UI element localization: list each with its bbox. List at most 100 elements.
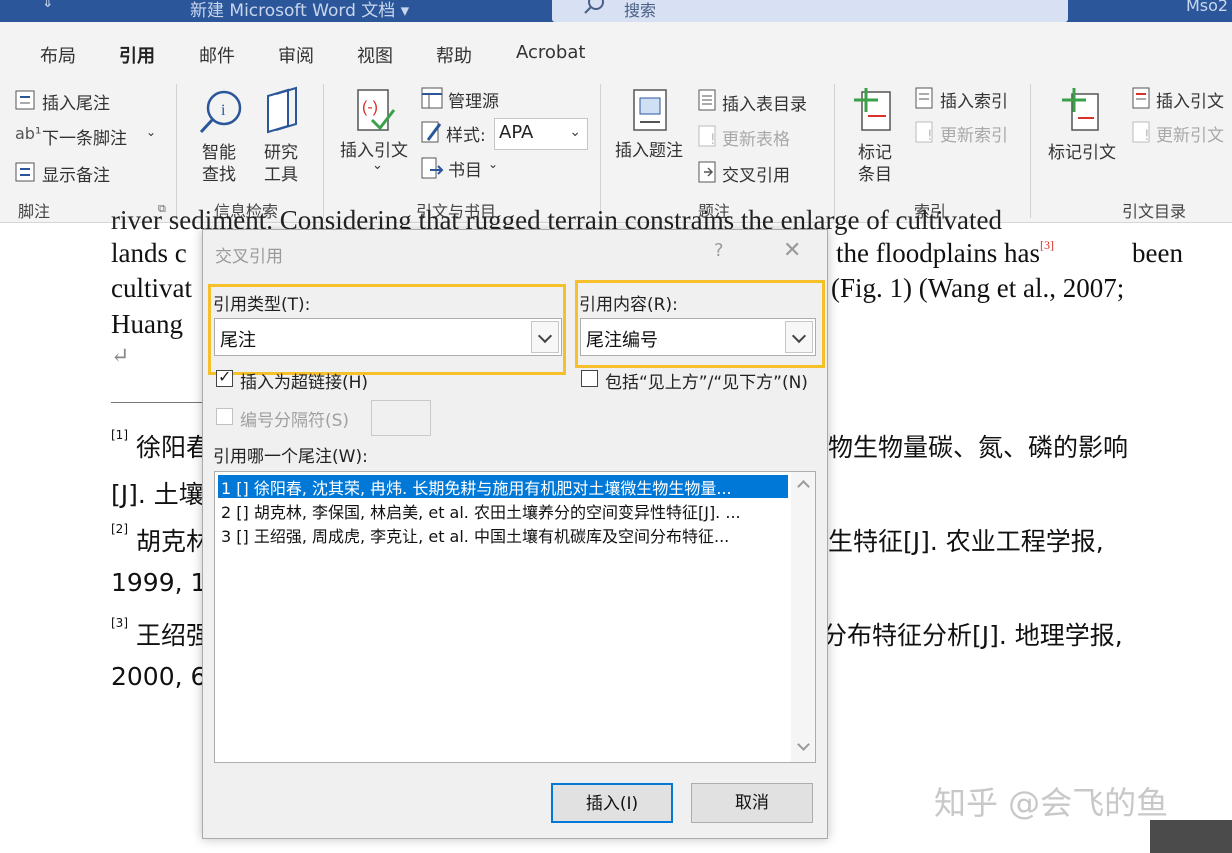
highlight-box	[575, 280, 825, 368]
ribbon-tabs: 布局 引用 邮件 审阅 视图 帮助 Acrobat	[0, 22, 1232, 90]
update-toa-icon: !	[1132, 121, 1150, 144]
quick-access-dropdown[interactable]: ⇓	[42, 0, 54, 11]
insert-citation-icon: (-)	[357, 89, 396, 131]
search-box[interactable]: 搜索	[552, 0, 1068, 22]
scroll-down-icon[interactable]	[797, 738, 810, 751]
user-name[interactable]: Mso2	[1186, 0, 1228, 15]
vertical-scrollbar[interactable]	[791, 472, 815, 762]
separate-numbers-checkbox[interactable]	[216, 408, 233, 425]
show-notes-icon	[15, 162, 35, 182]
scroll-up-icon[interactable]	[797, 480, 810, 493]
researcher-label-line2[interactable]: 工具	[264, 160, 298, 185]
include-above-below-checkbox[interactable]	[581, 370, 598, 387]
insert-button[interactable]: 插入(I)	[551, 783, 673, 823]
footnote-separator	[111, 402, 203, 403]
include-above-below-label[interactable]: 包括“见上方”/“见下方”(N)	[605, 368, 808, 393]
document-title[interactable]: 新建 Microsoft Word 文档 ▾	[190, 0, 409, 21]
manage-sources-button[interactable]: 管理源	[448, 87, 499, 112]
endnote-text: 王绍强	[135, 621, 211, 650]
show-notes-button[interactable]: 显示备注	[42, 161, 110, 186]
svg-text:(-): (-)	[362, 99, 378, 116]
style-value: APA	[499, 122, 534, 143]
separate-numbers-label: 编号分隔符(S)	[240, 411, 350, 431]
mark-citation-icon	[1062, 88, 1099, 131]
endnote-list[interactable]: 1 [] 徐阳春, 沈其荣, 冉炜. 长期免耕与施用有机肥对土壤微生物生物量..…	[214, 471, 816, 763]
update-index-icon: !	[915, 121, 933, 144]
document-line-4: Huang	[111, 309, 183, 339]
endnote-2-line2: 1999, 1	[111, 568, 207, 597]
help-icon[interactable]: ?	[714, 240, 724, 261]
separator	[834, 84, 835, 218]
document-line-2a: lands c	[111, 238, 187, 268]
tab-references[interactable]: 引用	[119, 42, 155, 68]
cross-reference-icon	[698, 161, 716, 183]
endnote-3: [3] 王绍强	[111, 616, 211, 652]
next-footnote-button[interactable]: 下一条脚注	[42, 124, 127, 149]
document-line-2c: been	[1132, 238, 1183, 268]
insert-citation-chevron-icon[interactable]: ⌄	[372, 158, 383, 173]
group-label-footnotes: 脚注	[18, 202, 51, 221]
next-footnote-icon: ab¹	[15, 124, 42, 143]
citation-superscript[interactable]: [3]	[1040, 238, 1054, 252]
endnote-text: 徐阳春	[135, 433, 211, 462]
manage-sources-icon	[421, 87, 443, 109]
search-icon	[584, 0, 604, 14]
bibliography-button[interactable]: 书目	[448, 156, 482, 181]
update-table-button[interactable]: 更新表格	[722, 125, 790, 150]
insert-endnote-button[interactable]: 插入尾注	[42, 89, 110, 114]
tab-view[interactable]: 视图	[357, 42, 393, 68]
smart-lookup-label-line2[interactable]: 查找	[202, 160, 236, 185]
endnote-2-right: 生特征[J]. 农业工程学报,	[828, 527, 1104, 556]
separator-input[interactable]	[371, 400, 431, 436]
insert-caption-button[interactable]: 插入题注	[615, 136, 683, 161]
search-placeholder: 搜索	[624, 1, 657, 20]
separator	[600, 84, 601, 218]
close-icon[interactable]: ✕	[783, 238, 801, 263]
bibliography-chevron-icon[interactable]: ⌄	[488, 157, 498, 171]
chevron-down-icon: ⌄	[569, 124, 581, 140]
researcher-icon	[267, 86, 297, 134]
style-label: 样式:	[446, 126, 486, 146]
insert-hyperlink-label[interactable]: 插入为超链接(H)	[240, 368, 368, 393]
list-item[interactable]: 2 [] 胡克林, 李保国, 林启美, et al. 农田土壤养分的空间变异性特…	[218, 499, 788, 522]
document-text: the floodplains has	[836, 238, 1040, 268]
insert-hyperlink-checkbox[interactable]	[216, 367, 233, 387]
bibliography-icon	[421, 157, 444, 179]
insert-table-of-figures-button[interactable]: 插入表目录	[722, 90, 807, 115]
tab-layout[interactable]: 布局	[40, 42, 76, 68]
tab-mailings[interactable]: 邮件	[199, 42, 235, 68]
mark-entry-icon	[854, 88, 891, 131]
list-item[interactable]: 3 [] 王绍强, 周成虎, 李克让, et al. 中国土壤有机碳库及空间分布…	[218, 523, 788, 546]
endnote-1: [1] 徐阳春	[111, 428, 211, 464]
style-icon	[421, 121, 442, 143]
title-bar: ⇓ 新建 Microsoft Word 文档 ▾ 搜索 Mso2	[0, 0, 1232, 22]
dialog-title: 交叉引用	[215, 247, 283, 267]
update-toa-button[interactable]: 更新引文	[1156, 121, 1224, 146]
insert-toa-icon	[1132, 87, 1150, 109]
svg-text:!: !	[710, 132, 716, 148]
separator	[176, 84, 177, 218]
tab-help[interactable]: 帮助	[436, 42, 472, 68]
mark-citation-button[interactable]: 标记引文	[1048, 138, 1116, 163]
endnote-number: [2]	[111, 522, 128, 536]
next-footnote-chevron-icon[interactable]: ⌄	[146, 125, 156, 139]
ribbon: 插入尾注 ab¹ 下一条脚注 ⌄ 显示备注 脚注 ⧉ i 智能 查找 研究 工具…	[0, 78, 1232, 223]
list-item[interactable]: 1 [] 徐阳春, 沈其荣, 冉炜. 长期免耕与施用有机肥对土壤微生物生物量..…	[218, 475, 788, 498]
svg-text:!: !	[1144, 128, 1150, 144]
endnote-text: 胡克林	[135, 527, 211, 556]
tab-review[interactable]: 审阅	[278, 42, 314, 68]
which-endnote-label: 引用哪一个尾注(W):	[213, 447, 368, 467]
style-dropdown[interactable]: APA ⌄	[494, 118, 588, 150]
insert-toa-button[interactable]: 插入引文	[1156, 87, 1224, 112]
insert-index-button[interactable]: 插入索引	[940, 87, 1008, 112]
cancel-button[interactable]: 取消	[691, 783, 813, 823]
endnote-number: [3]	[111, 616, 128, 630]
tab-acrobat[interactable]: Acrobat	[516, 42, 585, 63]
svg-text:!: !	[927, 128, 933, 144]
cross-reference-button[interactable]: 交叉引用	[722, 161, 790, 186]
update-table-icon: !	[698, 125, 716, 148]
watermark: 知乎 @会飞的鱼	[934, 784, 1169, 822]
update-index-button[interactable]: 更新索引	[940, 121, 1008, 146]
mark-entry-button-line2[interactable]: 条目	[858, 160, 892, 185]
highlight-box	[208, 284, 566, 375]
